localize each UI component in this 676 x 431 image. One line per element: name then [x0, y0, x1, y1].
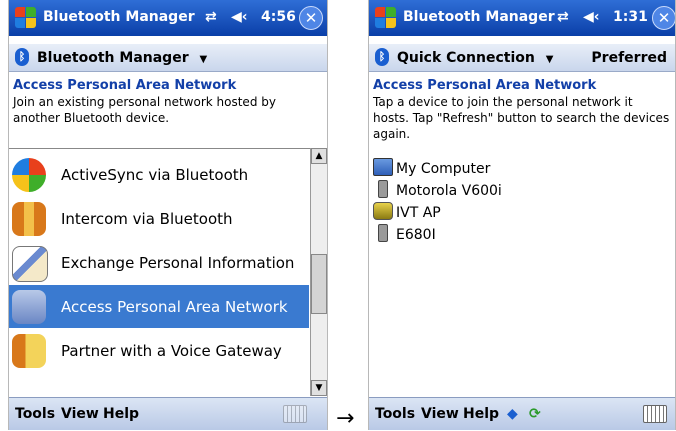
connectivity-icon[interactable]: ⇄	[557, 9, 569, 25]
header-description: Join an existing personal network hosted…	[13, 95, 276, 125]
service-label: Exchange Personal Information	[61, 254, 295, 272]
title-bar: Bluetooth Manager ⇄ ◀‹ 4:56 ✕	[9, 0, 327, 36]
bottom-menu-bar: Tools View Help ◆ ⟳	[369, 397, 675, 430]
view-menu[interactable]: View	[61, 406, 99, 422]
device-label: Motorola V600i	[396, 183, 502, 199]
header-title: Access Personal Area Network	[13, 78, 237, 93]
service-list-scrollbar[interactable]: ▲ ▼	[310, 148, 327, 396]
scrollbar-thumb[interactable]	[311, 254, 327, 314]
access-point-icon	[373, 202, 393, 220]
windows-start-icon[interactable]	[15, 7, 37, 29]
device-label: My Computer	[396, 161, 491, 177]
service-header: Access Personal Area Network Join an exi…	[13, 78, 323, 126]
arrow-icon: →	[336, 406, 355, 431]
phone-icon	[378, 180, 388, 198]
phone-icon	[378, 224, 388, 242]
clock[interactable]: 4:56	[261, 9, 296, 25]
service-item-activesync[interactable]: ActiveSync via Bluetooth	[9, 153, 309, 196]
device-item-my-computer[interactable]: My Computer	[373, 158, 490, 178]
window-title: Bluetooth Manager	[43, 9, 195, 25]
header-title: Access Personal Area Network	[373, 78, 597, 93]
connection-header: Access Personal Area Network Tap a devic…	[373, 78, 671, 142]
service-item-voice-gateway[interactable]: Partner with a Voice Gateway	[9, 329, 309, 372]
bluetooth-manager-menu-label: Bluetooth Manager	[37, 50, 189, 66]
device-label: E680I	[396, 227, 436, 243]
service-item-exchange[interactable]: Exchange Personal Information	[9, 241, 309, 284]
refresh-icon[interactable]: ⟳	[529, 406, 541, 422]
clock[interactable]: 1:31	[613, 9, 648, 25]
dropdown-arrow-icon: ▼	[545, 54, 554, 65]
quick-connection-label: Quick Connection	[397, 50, 535, 66]
service-label: Access Personal Area Network	[61, 298, 288, 316]
keyboard-icon[interactable]	[643, 405, 667, 423]
keyboard-icon[interactable]	[283, 405, 307, 423]
service-list: ActiveSync via Bluetooth Intercom via Bl…	[9, 148, 310, 397]
quick-connection-menu[interactable]: Quick Connection ▼	[397, 50, 553, 66]
window-title: Bluetooth Manager	[403, 9, 555, 25]
network-icon	[12, 290, 46, 324]
header-description: Tap a device to join the personal networ…	[373, 95, 670, 141]
computer-icon	[373, 158, 393, 176]
view-menu[interactable]: View	[421, 406, 459, 422]
service-item-personal-area-network[interactable]: Access Personal Area Network	[9, 285, 309, 328]
bluetooth-manager-window-left: Bluetooth Manager ⇄ ◀‹ 4:56 ✕ ᛒ Bluetoot…	[8, 0, 328, 430]
volume-icon[interactable]: ◀‹	[583, 9, 600, 25]
intercom-icon	[12, 202, 46, 236]
bottom-menu-bar: Tools View Help	[9, 397, 327, 430]
service-label: ActiveSync via Bluetooth	[61, 166, 249, 184]
bluetooth-icon: ᛒ	[375, 48, 389, 66]
scroll-up-icon[interactable]: ▲	[311, 148, 327, 164]
help-menu[interactable]: Help	[103, 406, 139, 422]
service-menu-bar[interactable]: ᛒ Bluetooth Manager ▼	[9, 44, 327, 72]
bluetooth-manager-window-right: Bluetooth Manager ⇄ ◀‹ 1:31 ✕ ᛒ Quick Co…	[368, 0, 676, 430]
service-item-intercom[interactable]: Intercom via Bluetooth	[9, 197, 309, 240]
bluetooth-manager-menu[interactable]: Bluetooth Manager ▼	[37, 50, 207, 66]
service-label: Intercom via Bluetooth	[61, 210, 233, 228]
dropdown-arrow-icon: ▼	[199, 54, 208, 65]
volume-icon[interactable]: ◀‹	[231, 9, 248, 25]
connectivity-icon[interactable]: ⇄	[205, 9, 217, 25]
voice-gateway-icon	[12, 334, 46, 368]
tools-menu[interactable]: Tools	[375, 406, 415, 422]
device-item-motorola-v600i[interactable]: Motorola V600i	[373, 180, 502, 200]
close-icon[interactable]: ✕	[299, 6, 323, 30]
tools-menu[interactable]: Tools	[15, 406, 55, 422]
exchange-icon	[12, 246, 48, 282]
bluetooth-toggle-icon[interactable]: ◆	[507, 406, 518, 422]
connection-menu-bar[interactable]: ᛒ Quick Connection ▼ Preferred	[369, 44, 675, 72]
help-menu[interactable]: Help	[463, 406, 499, 422]
activesync-icon	[12, 158, 46, 192]
scroll-down-icon[interactable]: ▼	[311, 380, 327, 396]
bluetooth-icon: ᛒ	[15, 48, 29, 66]
title-bar: Bluetooth Manager ⇄ ◀‹ 1:31 ✕	[369, 0, 675, 36]
close-icon[interactable]: ✕	[652, 6, 675, 30]
preferred-button[interactable]: Preferred	[591, 50, 667, 66]
device-label: IVT AP	[396, 205, 441, 221]
windows-start-icon[interactable]	[375, 7, 397, 29]
service-label: Partner with a Voice Gateway	[61, 342, 282, 360]
device-item-e680i[interactable]: E680I	[373, 224, 436, 244]
device-item-ivt-ap[interactable]: IVT AP	[373, 202, 441, 222]
